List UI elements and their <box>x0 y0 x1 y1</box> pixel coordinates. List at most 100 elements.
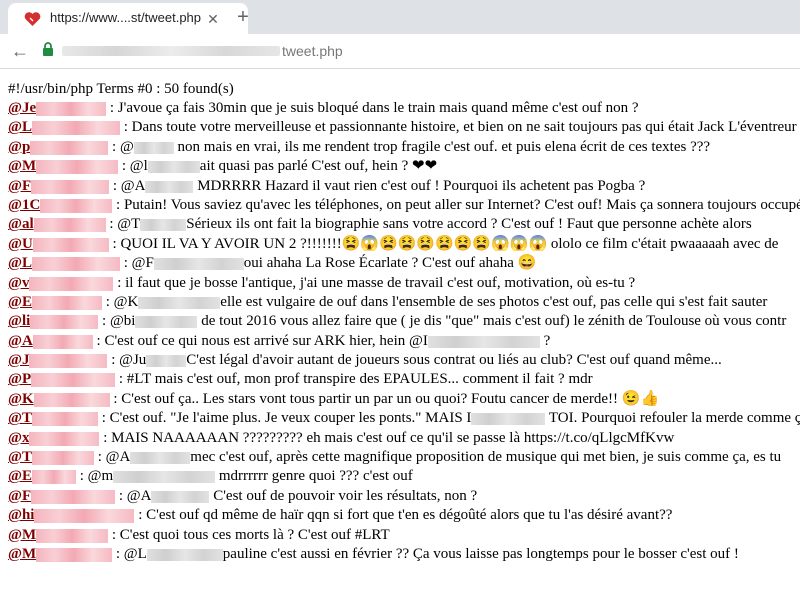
tweet-author-link[interactable]: @T <box>8 448 94 467</box>
handle-redaction <box>36 102 107 116</box>
tweet-author-link[interactable]: @T <box>8 409 98 428</box>
mention-redaction <box>147 161 200 174</box>
mention-redaction <box>427 335 540 348</box>
handle-redaction <box>29 431 100 446</box>
address-bar-redacted[interactable] <box>62 46 280 56</box>
tweet-author-link[interactable]: @U <box>8 235 109 254</box>
tweet-text: C'est quoi tous ces morts là ? C'est ouf… <box>119 526 390 543</box>
tweet-author-link[interactable]: @li <box>8 312 99 331</box>
tweet-author-link[interactable]: @L <box>8 254 120 273</box>
tweet-separator: : <box>98 313 110 330</box>
handle-redaction <box>29 354 108 369</box>
tweet-row: @T : C'est ouf. "Je l'aime plus. Je veux… <box>8 409 800 428</box>
tweet-author-handle: @M <box>8 158 37 175</box>
tweet-row: @hi : C'est ouf qd même de haïr qqn si f… <box>8 506 800 525</box>
tweet-author-link[interactable]: @M <box>8 545 113 564</box>
tweet-text: J'avoue ça fais 30min que je suis bloqué… <box>117 100 639 116</box>
tweet-row: @L : @F oui ahaha La Rose Écarlate ? C'es… <box>8 254 800 273</box>
tweet-author-link[interactable]: @J <box>8 351 108 370</box>
tweet-separator: : <box>119 119 132 136</box>
tweet-separator: : <box>108 526 120 543</box>
tweet-separator: : <box>119 255 132 272</box>
tweet-separator: : <box>134 507 147 524</box>
tweet-row: @1C : Putain! Vous saviez qu'avec les té… <box>8 196 800 215</box>
handle-redaction <box>32 237 109 252</box>
tweet-separator: : <box>115 487 127 504</box>
mention-redaction <box>130 452 191 465</box>
tweet-row: @K : C'est ouf ça.. Les stars vont tous … <box>8 390 800 409</box>
tweet-author-handle: @E <box>8 468 32 485</box>
tab-strip: https://www....st/tweet.php ✕ + <box>0 0 800 34</box>
lock-icon <box>43 42 53 56</box>
tweet-text: C'est ouf de pouvoir voir les résultats,… <box>209 487 478 504</box>
tweet-separator: : <box>108 235 121 252</box>
tweet-author-link[interactable]: @x <box>8 429 100 448</box>
tweet-author-link[interactable]: @A <box>8 332 93 351</box>
tweet-mention: @F <box>131 255 154 272</box>
tweet-author-link[interactable]: @1C <box>8 196 113 215</box>
tweet-text: Sérieux ils ont fait la biographie sans … <box>186 216 752 233</box>
handle-redaction <box>31 489 116 504</box>
tweet-author-handle: @1C <box>8 196 41 213</box>
tweet-row: @p : @ non mais en vrai, ils me rendent … <box>8 138 800 157</box>
new-tab-icon[interactable]: + <box>234 7 252 27</box>
tweet-author-link[interactable]: @E <box>8 467 76 486</box>
tweet-author-link[interactable]: @al <box>8 215 106 234</box>
tweet-author-link[interactable]: @Je <box>8 99 107 118</box>
tweet-author-link[interactable]: @p <box>8 138 109 157</box>
tweet-author-link[interactable]: @E <box>8 293 102 312</box>
tweet-author-link[interactable]: @K <box>8 390 110 409</box>
mention-redaction <box>471 413 546 426</box>
tweet-text: Dans toute votre merveilleuse et passion… <box>131 119 797 136</box>
tweet-row: @F : @A C'est ouf de pouvoir voir les ré… <box>8 487 800 506</box>
close-tab-icon[interactable]: ✕ <box>205 11 221 27</box>
handle-redaction <box>31 121 120 136</box>
tweet-author-link[interactable]: @M <box>8 157 119 176</box>
tweet-author-link[interactable]: @F <box>8 177 110 196</box>
tweet-separator: : <box>93 449 106 466</box>
tweet-separator: : <box>113 274 126 291</box>
tweet-author-handle: @F <box>8 487 32 504</box>
tweet-separator: : <box>118 158 130 175</box>
tweet-mention: @Ju <box>119 352 147 369</box>
tweet-row: @L : Dans toute votre merveilleuse et pa… <box>8 118 800 137</box>
tweet-separator: : <box>112 196 124 213</box>
handle-redaction <box>31 257 120 272</box>
tweet-row: @A : C'est ouf ce qui nous est arrivé su… <box>8 332 800 351</box>
tweet-row: @M : @l ait quasi pas parlé C'est ouf, he… <box>8 157 800 176</box>
tweet-separator: : <box>105 216 118 233</box>
address-bar-path[interactable]: tweet.php <box>282 43 343 59</box>
tweet-author-link[interactable]: @F <box>8 487 116 506</box>
tweet-row: @li : @bi de tout 2016 vous allez faire … <box>8 312 800 331</box>
tweet-row: @P : #LT mais c'est ouf, mon prof transp… <box>8 370 800 389</box>
tweet-author-handle: @L <box>8 119 32 136</box>
tweet-author-handle: @K <box>8 390 34 407</box>
tweet-author-link[interactable]: @M <box>8 526 109 545</box>
tweet-text-tail: TOI. Pourquoi refouler la merde comme ça <box>545 410 800 427</box>
tweet-text-tail: ? <box>539 332 551 349</box>
tweet-author-link[interactable]: @hi <box>8 506 135 525</box>
mention-redaction <box>146 355 187 368</box>
tweet-row: @v : il faut que je bosse l'antique, j'a… <box>8 274 800 293</box>
tweet-mention: @L <box>123 545 147 562</box>
tweet-row: @E : @m mdrrrrrr genre quoi ??? c'est ou… <box>8 467 800 486</box>
browser-tab[interactable]: https://www....st/tweet.php ✕ <box>8 3 248 34</box>
tweet-text: il faut que je bosse l'antique, j'ai une… <box>125 274 636 291</box>
handle-redaction <box>31 470 76 485</box>
handle-redaction <box>29 276 114 291</box>
back-arrow-icon[interactable]: ← <box>10 41 30 61</box>
tweet-separator: : <box>109 177 121 194</box>
tweet-author-link[interactable]: @L <box>8 118 120 137</box>
tweet-row: @x : MAIS NAAAAAAN ????????? eh mais c'e… <box>8 429 800 448</box>
tweet-author-link[interactable]: @P <box>8 370 116 389</box>
handle-redaction <box>32 334 93 349</box>
handle-redaction <box>30 140 109 155</box>
tweet-mention: @bi <box>109 313 136 330</box>
handle-redaction <box>31 179 110 194</box>
tweet-author-link[interactable]: @v <box>8 274 114 293</box>
tweet-separator: : <box>115 371 127 388</box>
tweet-author-handle: @p <box>8 138 31 155</box>
tweet-text: C'est ouf ça.. Les stars vont tous parti… <box>121 390 660 407</box>
tweet-mention: @A <box>126 487 152 504</box>
tweet-row: @E : @K elle est vulgaire de ouf dans l'e… <box>8 293 800 312</box>
